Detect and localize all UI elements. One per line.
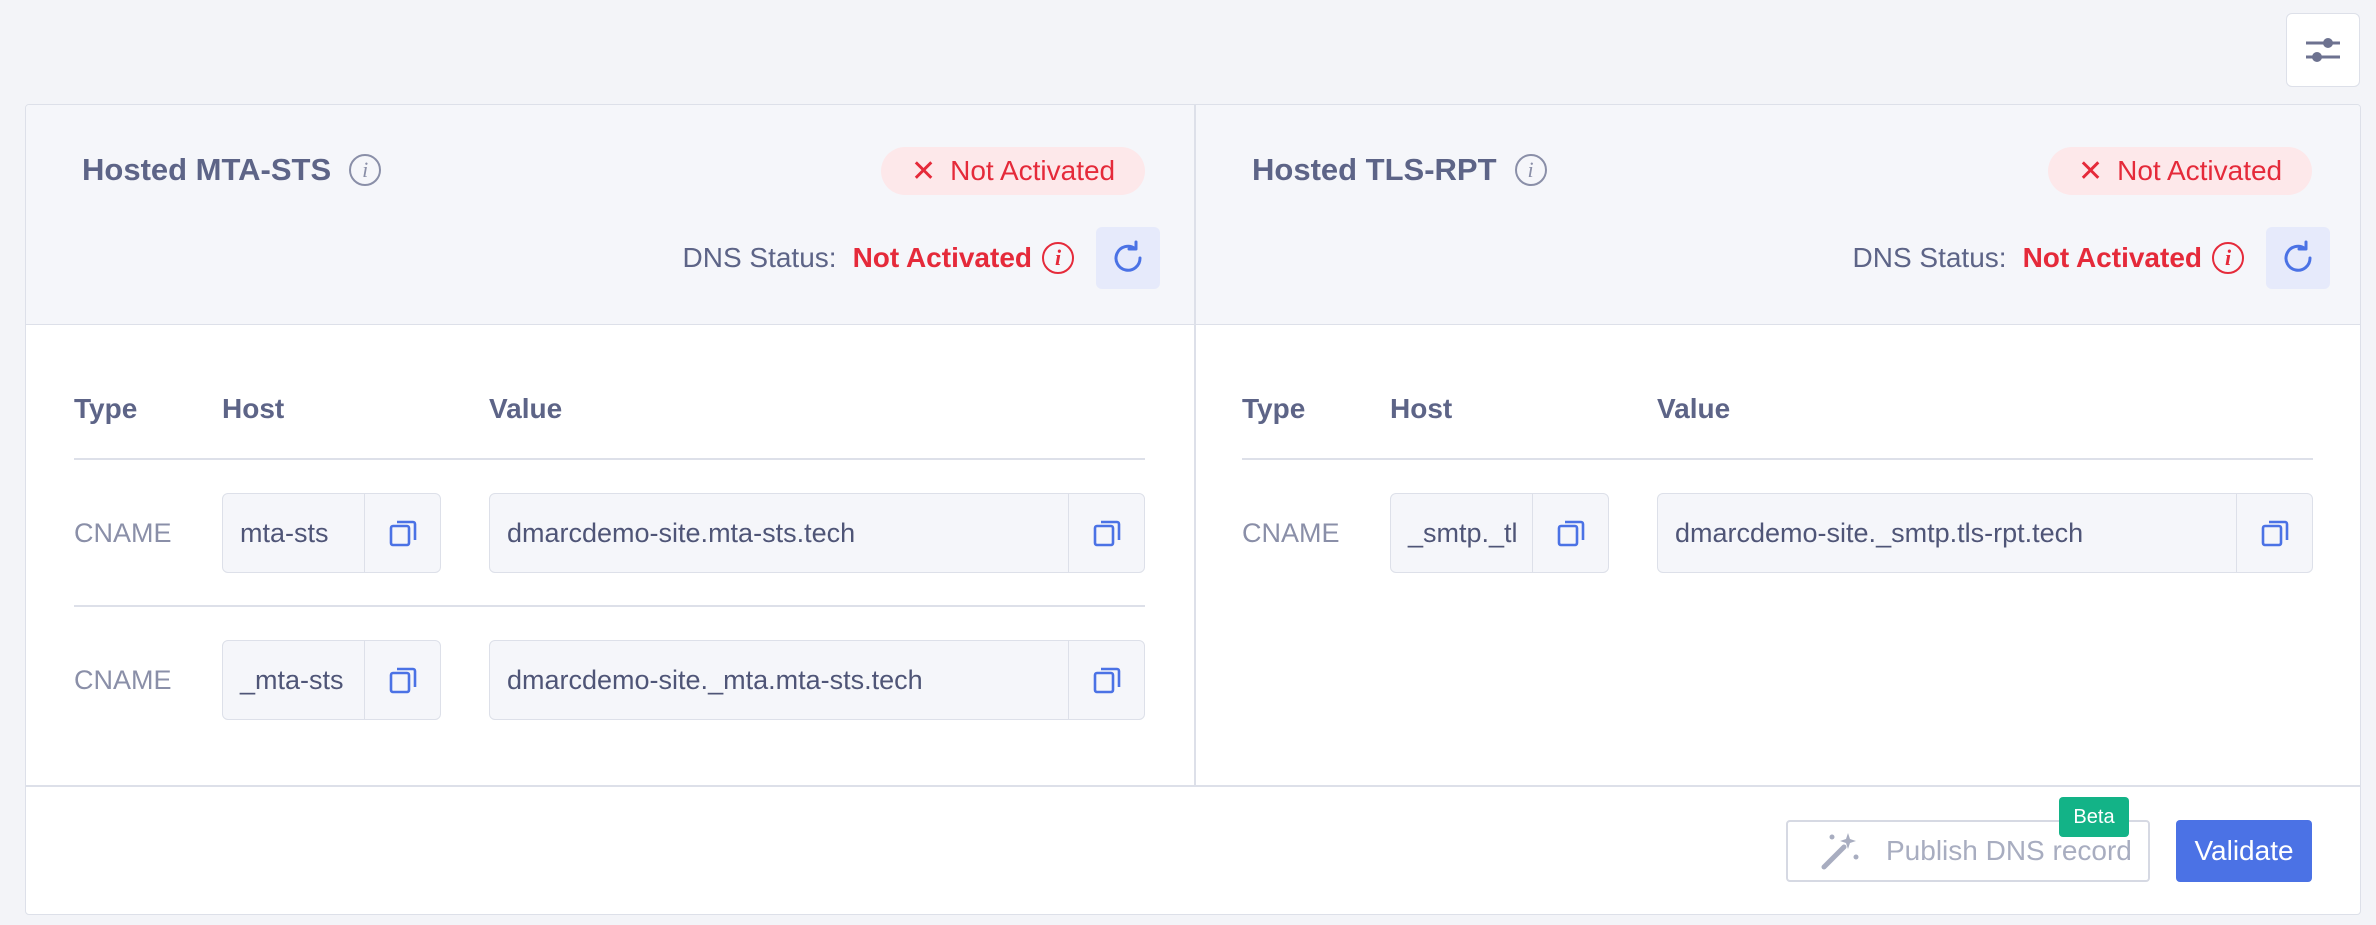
- tls-rpt-dns-status: DNS Status: Not Activated i: [1852, 227, 2330, 289]
- copy-icon: [1557, 520, 1584, 547]
- info-icon[interactable]: i: [1514, 154, 1547, 186]
- copy-icon: [2261, 520, 2288, 547]
- tls-rpt-status-badge: ✕ Not Activated: [2048, 147, 2313, 195]
- mta-sts-title: Hosted MTA-STS i: [82, 152, 382, 188]
- column-header-host: Host: [1390, 393, 1453, 424]
- column-header-type: Type: [1242, 393, 1306, 424]
- sliders-icon: [2306, 38, 2340, 62]
- copy-value-button[interactable]: [1068, 641, 1144, 719]
- tls-rpt-refresh-button[interactable]: [2266, 227, 2330, 289]
- publish-dns-record-label: Publish DNS record: [1886, 835, 2132, 866]
- close-icon: ✕: [911, 154, 937, 188]
- copy-icon: [389, 520, 416, 547]
- copy-icon: [1093, 667, 1120, 694]
- column-header-host: Host: [222, 393, 285, 424]
- copy-host-button[interactable]: [1532, 494, 1608, 572]
- dns-records-card: Hosted MTA-STS i ✕ Not Activated DNS Sta…: [25, 104, 2361, 915]
- mta-sts-status-badge: ✕ Not Activated: [881, 147, 1146, 195]
- refresh-icon: [1114, 240, 1142, 272]
- mta-sts-refresh-button[interactable]: [1096, 227, 1160, 289]
- column-header-value: Value: [1657, 393, 1731, 424]
- dns-info-icon[interactable]: i: [1042, 242, 1074, 274]
- value-text[interactable]: dmarcdemo-site._mta.mta-sts.tech: [490, 665, 1068, 696]
- copy-host-button[interactable]: [364, 641, 440, 719]
- host-field: mta-sts: [222, 493, 441, 573]
- column-header-type: Type: [74, 393, 138, 424]
- record-type: CNAME: [1242, 518, 1340, 548]
- mta-sts-title-text: Hosted MTA-STS: [82, 152, 332, 187]
- value-text[interactable]: dmarcdemo-site._smtp.tls-rpt.tech: [1658, 518, 2236, 549]
- value-field: dmarcdemo-site._smtp.tls-rpt.tech: [1657, 493, 2313, 573]
- host-value[interactable]: mta-sts: [223, 518, 364, 549]
- filter-settings-button[interactable]: [2286, 13, 2360, 87]
- copy-value-button[interactable]: [1068, 494, 1144, 572]
- host-value[interactable]: _smtp._tl: [1391, 518, 1532, 549]
- column-header-value: Value: [489, 393, 563, 424]
- dns-status-value: Not Activated: [2022, 242, 2202, 273]
- mta-sts-header: Hosted MTA-STS i ✕ Not Activated DNS Sta…: [26, 105, 1194, 325]
- record-type: CNAME: [74, 518, 172, 548]
- value-field: dmarcdemo-site.mta-sts.tech: [489, 493, 1145, 573]
- mta-sts-dns-status: DNS Status: Not Activated i: [682, 227, 1160, 289]
- host-field: _mta-sts: [222, 640, 441, 720]
- dns-status-label: DNS Status:: [1852, 242, 2007, 273]
- value-field: dmarcdemo-site._mta.mta-sts.tech: [489, 640, 1145, 720]
- tls-rpt-title: Hosted TLS-RPT i: [1252, 152, 1547, 188]
- footer-divider: [26, 785, 2360, 787]
- table-header-divider: [74, 458, 1145, 460]
- magic-wand-icon: [1821, 833, 1859, 870]
- tls-rpt-status-text: Not Activated: [2117, 155, 2283, 186]
- refresh-icon: [2284, 240, 2312, 272]
- copy-value-button[interactable]: [2236, 494, 2312, 572]
- dns-info-icon[interactable]: i: [2212, 242, 2244, 274]
- record-type: CNAME: [74, 665, 172, 695]
- close-icon: ✕: [2078, 154, 2104, 188]
- copy-icon: [389, 667, 416, 694]
- panel-divider: [1194, 105, 1196, 785]
- host-field: _smtp._tl: [1390, 493, 1609, 573]
- beta-badge: Beta: [2059, 797, 2129, 837]
- copy-icon: [1093, 520, 1120, 547]
- dns-status-value: Not Activated: [852, 242, 1032, 273]
- dns-status-label: DNS Status:: [682, 242, 837, 273]
- mta-sts-status-text: Not Activated: [950, 155, 1116, 186]
- tls-rpt-header: Hosted TLS-RPT i ✕ Not Activated DNS Sta…: [1196, 105, 2360, 325]
- tls-rpt-title-text: Hosted TLS-RPT: [1252, 152, 1497, 187]
- host-value[interactable]: _mta-sts: [223, 665, 364, 696]
- info-icon[interactable]: i: [349, 154, 382, 186]
- value-text[interactable]: dmarcdemo-site.mta-sts.tech: [490, 518, 1068, 549]
- validate-button[interactable]: Validate: [2176, 820, 2312, 882]
- table-header-divider: [1242, 458, 2313, 460]
- row-divider: [74, 605, 1145, 607]
- copy-host-button[interactable]: [364, 494, 440, 572]
